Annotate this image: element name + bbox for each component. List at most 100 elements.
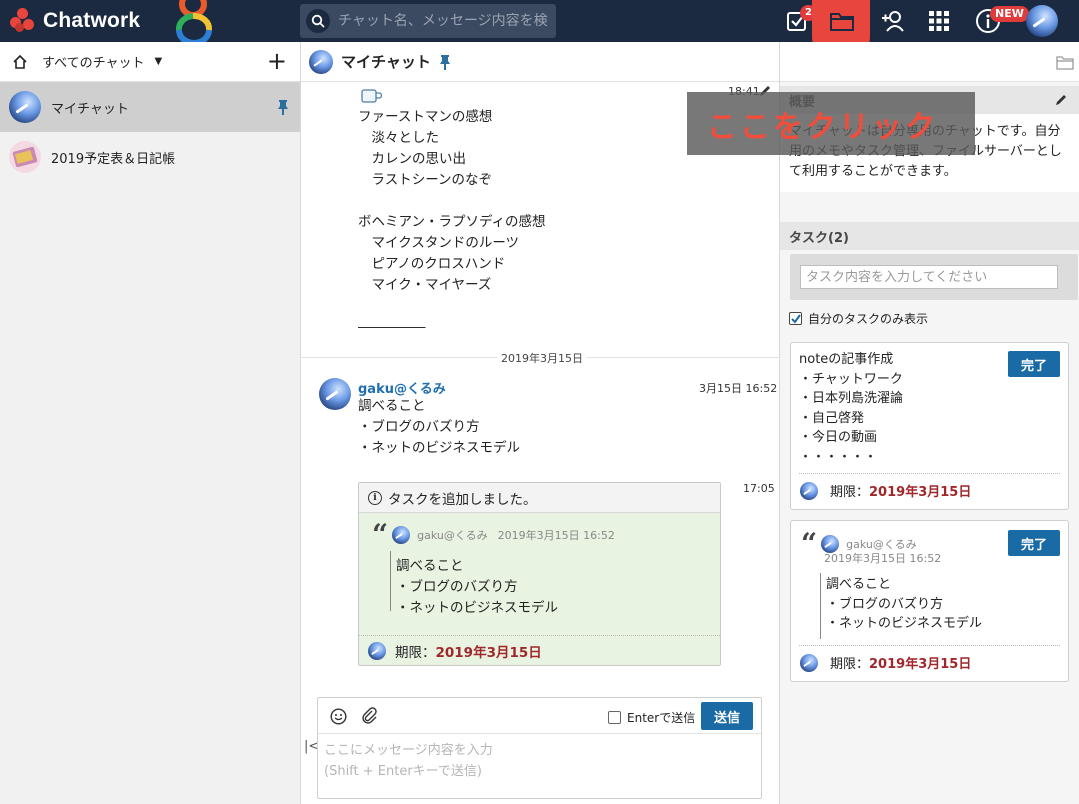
deadline-label: 期限： [830, 657, 870, 672]
task-added-card: i タスクを追加しました。 “ gaku@くるみ 2019年3月15日 16:5… [358, 482, 721, 666]
enter-to-send-checkbox[interactable] [608, 711, 621, 724]
composer-toolbar: Enterで送信 送信 [318, 698, 761, 734]
coffee-cup-icon [361, 89, 382, 103]
room-item-diary[interactable]: 2019予定表＆日記帳 [0, 132, 300, 182]
grid-icon [929, 11, 949, 31]
assignee-avatar [800, 653, 818, 672]
chat-list-sidebar: すべてのチャット ▼ + マイチャット 2019予定表＆日記帳 [0, 42, 301, 804]
message-timestamp: 3月15日 16:52 [699, 382, 778, 395]
quote-avatar [392, 526, 411, 544]
task-button[interactable]: 2 [784, 0, 817, 42]
deadline-date: 2019年3月15日 [869, 485, 972, 500]
quote-icon: “ [801, 527, 818, 560]
deadline-date: 2019年3月15日 [869, 657, 972, 672]
top-bar: Chatwork 2 NEW [0, 0, 1079, 64]
task-body: 調べること ・ブログのバズり方 ・ネットのビジネスモデル [826, 577, 983, 631]
send-button[interactable]: 送信 [701, 702, 753, 730]
panel-toolbar [780, 42, 1079, 82]
task-input-area [790, 254, 1078, 300]
message-body: ファーストマンの感想 淡々とした カレンの思い出 ラストシーンのなぞ ボヘミアン… [358, 109, 546, 335]
quote-body: 調べること ・ブログのバズり方 ・ネットのビジネスモデル [396, 558, 558, 616]
task-card: 完了 “ gaku@くるみ 2019年3月15日 16:52 調べること ・ブロ… [790, 520, 1069, 682]
info-icon: i [368, 490, 382, 505]
assignee-avatar [800, 481, 818, 500]
add-contact-icon [882, 11, 904, 32]
new-badge: NEW [990, 6, 1029, 22]
home-icon[interactable] [12, 54, 28, 70]
task-deadline: 期限： 2019年3月15日 [800, 653, 971, 672]
assignee-avatar [368, 642, 386, 660]
complete-task-button[interactable]: 完了 [1008, 530, 1060, 556]
search-input[interactable] [338, 13, 548, 29]
task-quote-meta: “ gaku@くるみ 2019年3月15日 16:52 [372, 518, 615, 551]
quote-icon: “ [372, 518, 389, 551]
sender-name[interactable]: gaku@くるみ [358, 378, 446, 397]
profile-avatar[interactable] [1026, 5, 1058, 37]
only-mine-checkbox[interactable] [789, 312, 802, 325]
quote-time: 2019年3月15日 16:52 [824, 552, 942, 565]
add-chat-button[interactable]: + [267, 49, 287, 73]
app-name: Chatwork [43, 9, 141, 32]
room-name: 2019予定表＆日記帳 [51, 151, 176, 167]
folder-icon [830, 13, 854, 31]
room-avatar-notebook [9, 141, 41, 173]
chat-header: マイチャット [301, 42, 779, 82]
divider [799, 473, 1060, 474]
only-mine-filter[interactable]: 自分のタスクのみ表示 [789, 310, 928, 327]
message-composer: Enterで送信 送信 [317, 697, 762, 799]
task-deadline: 期限： 2019年3月15日 [368, 641, 542, 661]
edit-icon[interactable] [1055, 94, 1067, 106]
chat-filter-header: すべてのチャット ▼ + [0, 42, 300, 82]
file-button[interactable] [828, 0, 856, 42]
date-separator: 2019年3月15日 [497, 350, 587, 366]
task-body: noteの記事作成 ・チャットワーク ・日本列島洗濯論 ・自己啓発 ・今日の動画… [799, 352, 904, 465]
quote-bar [390, 551, 391, 611]
deadline-label: 期限： [395, 645, 436, 661]
search-box[interactable] [300, 4, 556, 38]
tasks-header: タスク(2) [780, 222, 1079, 250]
divider [359, 635, 720, 636]
chat-area: マイチャット 18:41 ファーストマンの感想 淡々とした カレンの思い出 ラス… [301, 42, 779, 804]
apps-button[interactable] [926, 0, 952, 42]
task-card-header: i タスクを追加しました。 [359, 483, 720, 513]
quote-author: gaku@くるみ [417, 529, 488, 542]
enter-to-send-label: Enterで送信 [627, 711, 696, 725]
chatwork-logo-icon [10, 8, 36, 34]
quote-time: 2019年3月15日 16:52 [497, 529, 615, 542]
folder-icon[interactable] [1056, 55, 1074, 70]
task-input[interactable] [800, 265, 1058, 289]
click-here-text: ここをクリック [707, 109, 938, 145]
sender-avatar[interactable] [319, 378, 351, 410]
message-input[interactable] [324, 740, 754, 794]
room-info-panel: 概要 マイチャットは自分専用のチャットです。自分用のメモやタスク管理、ファイルサ… [779, 42, 1079, 804]
search-icon [306, 9, 330, 33]
room-avatar [9, 91, 41, 123]
message-time: 17:05 [743, 482, 775, 495]
room-title: マイチャット [341, 53, 431, 71]
room-item-mychat[interactable]: マイチャット [0, 82, 300, 132]
add-contact-button[interactable] [880, 0, 906, 42]
room-avatar [309, 49, 333, 74]
only-mine-label: 自分のタスクのみ表示 [808, 312, 929, 326]
pin-icon[interactable] [277, 99, 289, 115]
tasks-title: タスク(2) [789, 230, 849, 246]
task-card: 完了 noteの記事作成 ・チャットワーク ・日本列島洗濯論 ・自己啓発 ・今日… [790, 342, 1069, 510]
pin-icon[interactable] [439, 54, 451, 70]
attachment-icon[interactable] [361, 707, 378, 725]
quote-bar [820, 573, 821, 639]
click-here-annotation: ここをクリック [687, 92, 975, 155]
task-card-title: タスクを追加しました。 [388, 491, 537, 508]
deadline-date: 2019年3月15日 [435, 645, 542, 661]
divider [799, 645, 1060, 646]
caret-down-icon[interactable]: ▼ [154, 56, 162, 67]
deadline-label: 期限： [830, 485, 870, 500]
complete-task-button[interactable]: 完了 [1008, 351, 1060, 377]
message-body: 調べること ・ブログのバズり方 ・ネットのビジネスモデル [358, 398, 520, 456]
enter-to-send-option[interactable]: Enterで送信 [608, 709, 695, 726]
anniversary-8-icon [175, 0, 213, 44]
emoji-icon[interactable] [330, 708, 347, 725]
task-deadline: 期限： 2019年3月15日 [800, 481, 971, 500]
chat-filter-dropdown[interactable]: すべてのチャット [42, 52, 144, 71]
chatwork-logo[interactable]: Chatwork [10, 7, 140, 35]
